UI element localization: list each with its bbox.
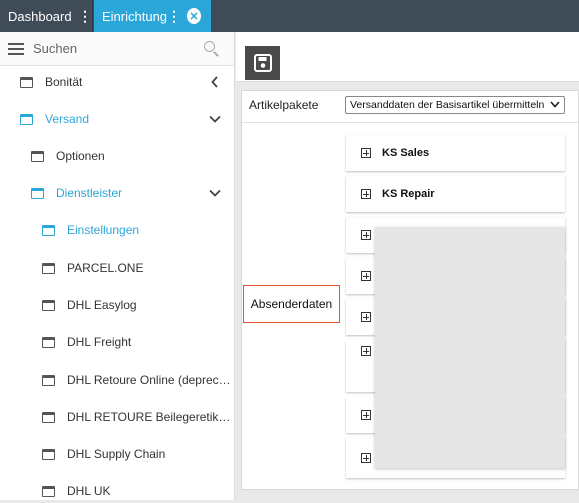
sidebar-item-label: DHL Easylog (67, 298, 137, 312)
sidebar-item-label: Einstellungen (67, 223, 140, 237)
package-name: KS Repair (382, 188, 435, 200)
floppy-disk-icon (253, 54, 272, 72)
tab-einrichtung-label: Einrichtung (102, 8, 168, 24)
expand-plus-icon[interactable] (361, 271, 371, 281)
tab-einrichtung[interactable]: Einrichtung ⋮ ✕ (94, 0, 211, 32)
absenderdaten-label[interactable]: Absenderdaten (243, 285, 340, 323)
window-icon (42, 485, 55, 497)
loading-placeholder (375, 227, 565, 468)
sidebar-item-parcel-one[interactable]: PARCEL.ONE (0, 256, 235, 280)
sidebar-item-label: DHL Supply Chain (67, 447, 166, 461)
tab-dashboard[interactable]: Dashboard ⋮ (0, 0, 93, 32)
package-name: KS Sales (382, 147, 430, 159)
sidebar-item-dhl-retoure-beilegeretikett[interactable]: DHL RETOURE Beilegeretikett... (0, 405, 235, 429)
sidebar-item-dhl-retoure-online[interactable]: DHL Retoure Online (deprecat... (0, 368, 235, 392)
window-icon (42, 224, 55, 236)
chevron-down-icon[interactable] (205, 115, 225, 123)
sidebar-item-dhl-uk[interactable]: DHL UK (0, 479, 235, 503)
search-icon[interactable] (204, 40, 220, 57)
window-icon (20, 76, 33, 88)
sidebar-search: Suchen (0, 32, 234, 66)
sidebar: Suchen Bonität Versand Optionen Dienstle… (0, 32, 235, 500)
artikelpakete-panel: Artikelpakete Versanddaten der Basisarti… (241, 90, 579, 490)
tab-dashboard-label: Dashboard (8, 8, 72, 24)
package-card-ks-repair[interactable]: KS Repair (346, 176, 565, 212)
tab-dashboard-menu-icon[interactable]: ⋮ (78, 8, 92, 25)
expand-plus-icon[interactable] (361, 148, 371, 158)
sidebar-item-label: Dienstleister (56, 186, 123, 200)
window-icon (42, 262, 55, 274)
sidebar-item-label: DHL Freight (67, 335, 132, 349)
chevron-down-icon[interactable] (205, 189, 225, 197)
window-icon (42, 448, 55, 460)
expand-plus-icon[interactable] (361, 230, 371, 240)
expand-plus-icon[interactable] (361, 410, 371, 420)
versanddaten-select-value: Versanddaten der Basisartikel übermittel… (350, 99, 545, 111)
expand-plus-icon[interactable] (361, 453, 371, 463)
toolbar (236, 32, 579, 82)
chevron-left-icon[interactable] (205, 76, 225, 88)
sidebar-item-dhl-freight[interactable]: DHL Freight (0, 330, 235, 354)
window-icon (31, 150, 44, 162)
expand-plus-icon[interactable] (361, 346, 371, 356)
close-tab-icon[interactable]: ✕ (187, 8, 201, 24)
sidebar-item-einstellungen[interactable]: Einstellungen (0, 218, 235, 242)
sidebar-item-label: DHL UK (67, 484, 111, 498)
sidebar-item-label: Bonität (45, 75, 83, 89)
expand-plus-icon[interactable] (361, 189, 371, 199)
sidebar-item-versand[interactable]: Versand (0, 107, 235, 131)
versanddaten-select[interactable]: Versanddaten der Basisartikel übermittel… (345, 96, 565, 114)
sidebar-item-label: DHL Retoure Online (deprecat... (67, 373, 235, 387)
expand-plus-icon[interactable] (361, 312, 371, 322)
hamburger-menu-icon[interactable] (8, 42, 24, 55)
search-input[interactable]: Suchen (33, 41, 204, 56)
window-icon (42, 374, 55, 386)
chevron-down-icon (550, 99, 564, 111)
tab-bar: Dashboard ⋮ Einrichtung ⋮ ✕ (0, 0, 579, 32)
divider (242, 122, 578, 123)
sidebar-item-dienstleister[interactable]: Dienstleister (0, 181, 235, 205)
sidebar-item-dhl-easylog[interactable]: DHL Easylog (0, 293, 235, 317)
window-icon (20, 113, 33, 125)
sidebar-item-label: DHL RETOURE Beilegeretikett... (67, 410, 235, 424)
window-icon (42, 299, 55, 311)
package-card-ks-sales[interactable]: KS Sales (346, 135, 565, 171)
window-icon (42, 336, 55, 348)
sidebar-item-optionen[interactable]: Optionen (0, 144, 235, 168)
window-icon (31, 187, 44, 199)
sidebar-item-label: Versand (45, 112, 90, 126)
window-icon (42, 411, 55, 423)
artikelpakete-label: Artikelpakete (249, 98, 319, 112)
sidebar-item-label: Optionen (56, 149, 105, 163)
save-button[interactable] (245, 46, 280, 80)
sidebar-item-label: PARCEL.ONE (67, 261, 144, 275)
tab-einrichtung-menu-icon[interactable]: ⋮ (167, 8, 181, 25)
sidebar-item-dhl-supply-chain[interactable]: DHL Supply Chain (0, 442, 235, 466)
sidebar-item-bonitaet[interactable]: Bonität (0, 70, 235, 94)
